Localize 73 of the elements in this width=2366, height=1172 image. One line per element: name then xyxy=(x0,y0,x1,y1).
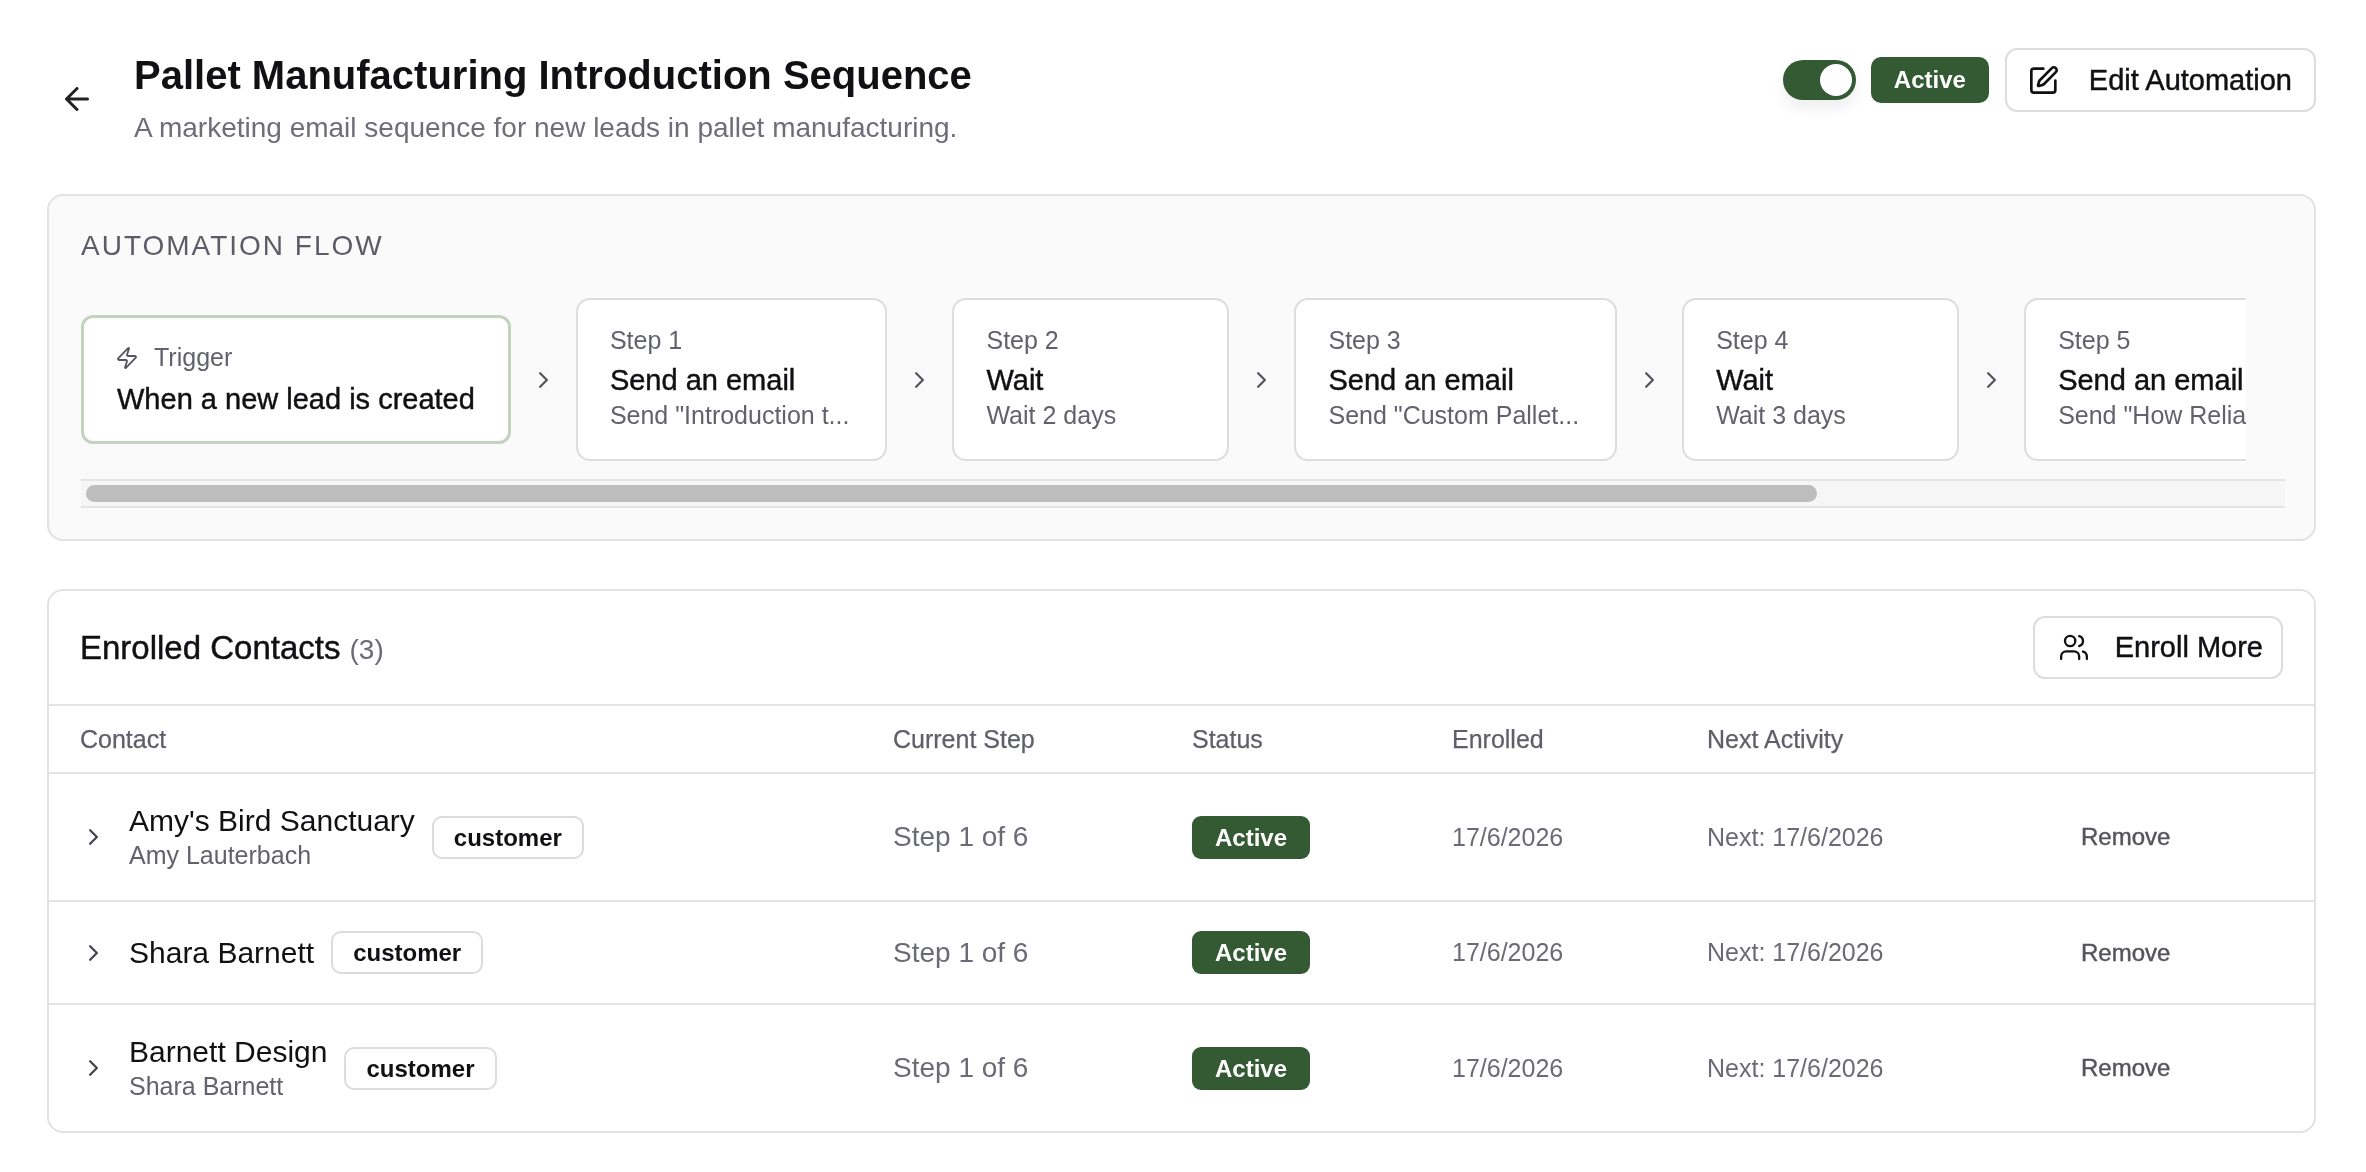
node-title: When a new lead is created xyxy=(117,382,475,417)
column-header: Next Activity xyxy=(1707,724,1844,753)
lightning-bolt-icon xyxy=(117,346,137,369)
chevron-right-icon xyxy=(538,371,548,388)
edit-automation-button[interactable]: Edit Automation xyxy=(2004,48,2316,112)
enrolled-date: 17/6/2026 xyxy=(1452,822,1564,851)
contact-tag: customer xyxy=(431,815,584,859)
step-node[interactable]: Step 4 Wait Wait 3 days xyxy=(1682,298,1960,461)
contact-count: (3) xyxy=(349,633,384,666)
chevron-right-icon xyxy=(1987,371,1997,388)
node-label: Step 3 xyxy=(1328,325,1402,356)
contact-name: Amy's Bird Sanctuary xyxy=(129,803,415,839)
chevron-right-icon[interactable] xyxy=(89,944,98,961)
node-title: Wait xyxy=(1716,363,1775,398)
status-badge: Active xyxy=(1870,57,1989,103)
scrollbar-thumb[interactable] xyxy=(86,485,1817,502)
enroll-more-button[interactable]: Enroll More xyxy=(2032,616,2283,679)
contact-person: Shara Barnett xyxy=(129,1071,285,1102)
automation-toggle[interactable] xyxy=(1782,60,1856,100)
contact-name: Barnett Design xyxy=(129,1034,328,1070)
contact-name: Shara Barnett xyxy=(129,934,315,971)
remove-button[interactable]: Remove xyxy=(2081,823,2171,851)
back-arrow-icon[interactable] xyxy=(65,86,89,111)
column-header: Contact xyxy=(80,724,167,753)
current-step-text: Step 1 of 6 xyxy=(893,821,1029,852)
node-label: Trigger xyxy=(154,342,233,373)
node-detail: Send "Custom Pallet... xyxy=(1328,400,1580,431)
step-node[interactable]: Step 3 Send an email Send "Custom Pallet... xyxy=(1294,298,1618,461)
next-activity-text: Next: 17/6/2026 xyxy=(1707,822,1884,851)
current-step-text: Step 1 of 6 xyxy=(893,1052,1029,1083)
node-detail: Wait 2 days xyxy=(986,400,1118,431)
contact-tag: customer xyxy=(331,931,484,974)
section-heading: AUTOMATION FLOW xyxy=(81,229,384,263)
next-activity-text: Next: 17/6/2026 xyxy=(1707,1053,1884,1082)
contact-tag: customer xyxy=(344,1046,497,1090)
status-badge: Active xyxy=(1192,931,1311,974)
node-label: Step 2 xyxy=(986,325,1060,356)
remove-button[interactable]: Remove xyxy=(2081,1054,2171,1082)
column-header: Current Step xyxy=(893,724,1035,753)
node-detail: Wait 3 days xyxy=(1716,400,1847,431)
node-label: Step 1 xyxy=(609,325,684,356)
current-step-text: Step 1 of 6 xyxy=(893,936,1029,968)
node-detail: Send "Introduction t... xyxy=(609,400,850,431)
chevron-right-icon[interactable] xyxy=(89,1060,98,1076)
chevron-right-icon xyxy=(915,371,925,388)
chevron-right-icon xyxy=(1257,371,1267,388)
remove-button[interactable]: Remove xyxy=(2081,938,2171,967)
node-title: Send an email xyxy=(609,363,797,398)
node-detail: Send "How Relia xyxy=(2058,400,2247,431)
node-label: Step 5 xyxy=(2058,325,2132,356)
chevron-right-icon[interactable] xyxy=(89,829,98,845)
column-header: Enrolled xyxy=(1452,724,1544,753)
step-node[interactable]: Step 1 Send an email Send "Introduction t... xyxy=(575,298,888,461)
status-badge: Active xyxy=(1192,815,1311,859)
node-title: Send an email xyxy=(2058,363,2245,398)
chevron-right-icon xyxy=(1645,371,1655,388)
node-label: Step 4 xyxy=(1716,325,1790,356)
status-badge: Active xyxy=(1192,1046,1311,1090)
page-title: Pallet Manufacturing Introduction Sequence xyxy=(134,52,972,99)
contact-person: Amy Lauterbach xyxy=(129,840,313,871)
edit-icon xyxy=(2029,66,2058,94)
node-title: Send an email xyxy=(1328,363,1515,398)
enrolled-date: 17/6/2026 xyxy=(1452,1053,1564,1082)
step-node[interactable]: Step 5 Send an email Send "How Relia xyxy=(2024,298,2247,461)
column-header: Status xyxy=(1192,724,1263,753)
next-activity-text: Next: 17/6/2026 xyxy=(1707,938,1884,966)
enrolled-date: 17/6/2026 xyxy=(1452,938,1564,966)
users-icon xyxy=(2058,634,2089,661)
step-node[interactable]: Step 2 Wait Wait 2 days xyxy=(952,298,1230,461)
page-subtitle: A marketing email sequence for new leads in pallet manufacturing. xyxy=(134,111,959,145)
trigger-node[interactable]: Trigger When a new lead is created xyxy=(81,315,511,444)
section-title: Enrolled Contacts xyxy=(80,628,341,667)
node-title: Wait xyxy=(986,363,1045,398)
